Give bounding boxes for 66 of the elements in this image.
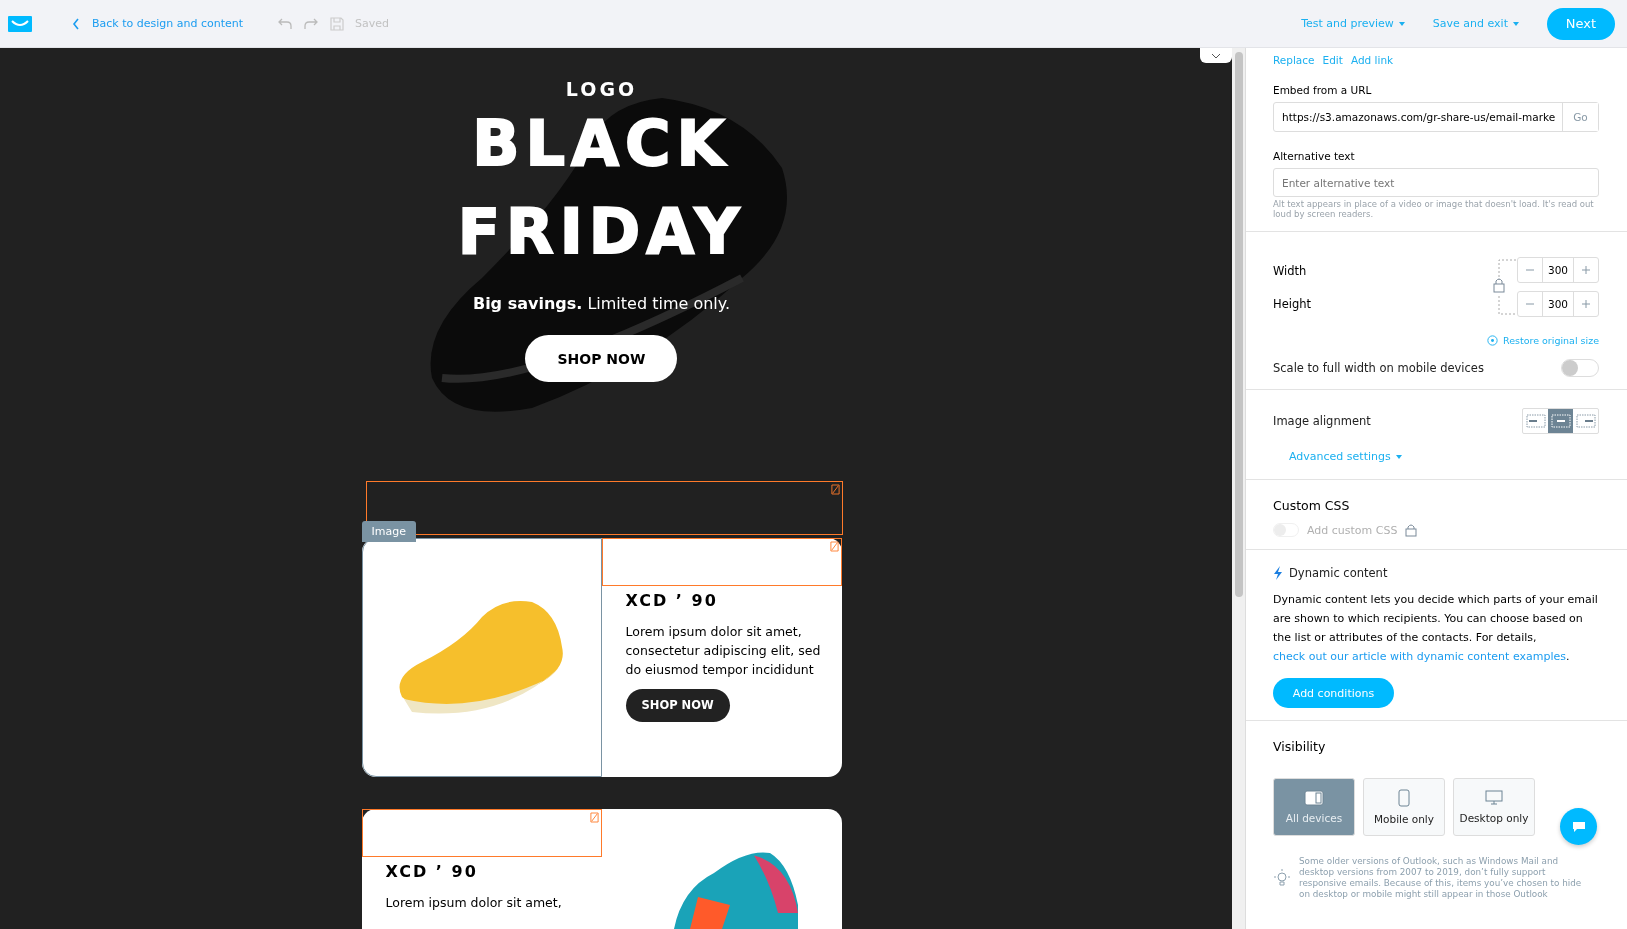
lightbulb-icon — [1273, 868, 1291, 888]
setting-label: Scale to full width on mobile devices — [1273, 361, 1484, 375]
headline: FRIDAY — [457, 194, 746, 270]
product-title: XCD ’ 90 — [385, 862, 479, 881]
outlook-note: Some older versions of Outlook, such as Windows Mail and desktop versions from 2007 to 2019, don’t fully support responsive emails. Because of this, items you’ve chosen to hide on desktop or mobile might still appear in those Outlook — [1299, 856, 1583, 900]
hint-text: Alt text appears in place of a video or image that doesn't load. It's read out loud by screen readers. — [1273, 199, 1595, 219]
visibility-option[interactable]: Desktop only — [1453, 778, 1535, 836]
logo-text: LOGO — [565, 78, 638, 100]
image-action-link[interactable]: Replace — [1273, 54, 1315, 66]
setting-label: Image alignment — [1273, 414, 1371, 428]
phone-icon — [1398, 789, 1410, 807]
number-stepper[interactable]: 300 — [1517, 257, 1599, 283]
field-label: Embed from a URL — [1273, 84, 1373, 96]
caret-icon — [1398, 22, 1405, 26]
speech-bubble-icon — [1571, 820, 1586, 833]
caret-icon — [1395, 455, 1402, 459]
image-action-link[interactable]: Add link — [1350, 54, 1394, 66]
field-label: Alternative text — [1273, 150, 1356, 162]
chevron-down-icon — [1211, 52, 1221, 59]
edit-icon[interactable] — [829, 540, 839, 552]
article-link[interactable]: check out our article with dynamic content examples — [1273, 650, 1566, 663]
lightning-icon — [1273, 566, 1283, 580]
test-preview-menu[interactable]: Test and preview — [1301, 17, 1405, 30]
save-icon — [329, 15, 346, 32]
dimension-label: Height — [1273, 296, 1312, 311]
image-tag: Image — [361, 520, 416, 542]
chevron-left-icon — [72, 17, 80, 30]
plus-icon[interactable] — [1582, 266, 1590, 274]
headline: BLACK — [472, 106, 731, 182]
add-conditions-button[interactable]: Add conditions — [1273, 678, 1394, 708]
number-stepper[interactable]: 300 — [1517, 291, 1599, 317]
setting-label: Add custom CSS — [1307, 523, 1398, 537]
visibility-option[interactable]: Mobile only — [1363, 778, 1445, 836]
plus-icon[interactable] — [1582, 300, 1590, 308]
dynamic-content-description: Dynamic content lets you decide which parts of your email are shown to which recipients. You can choose based on the list or attributes of the contacts. For details, check out our article with dynamic content examples. — [1273, 592, 1599, 665]
minus-icon[interactable] — [1526, 266, 1534, 274]
back-link[interactable]: Back to design and content — [72, 17, 244, 30]
minus-icon[interactable] — [1526, 300, 1534, 308]
devices-icon — [1304, 790, 1324, 806]
edit-icon[interactable] — [830, 483, 840, 495]
subtitle: Big savings. Limited time only. — [472, 294, 731, 313]
product-description: Lorem ipsum dolor sit amet, consectetur adipiscing elit, sed do eiusmod tempor incididunt — [625, 622, 822, 679]
section-title: Visibility — [1273, 739, 1327, 754]
save-exit-menu[interactable]: Save and exit — [1432, 17, 1519, 30]
shop-now-button[interactable]: SHOP NOW — [525, 335, 678, 382]
visibility-option[interactable]: All devices — [1273, 778, 1355, 836]
scrollbar-thumb[interactable] — [1234, 52, 1243, 597]
section-title: Dynamic content — [1289, 566, 1388, 580]
next-button[interactable]: Next — [1547, 7, 1615, 40]
monitor-icon — [1485, 790, 1503, 806]
product-description: Lorem ipsum dolor sit amet, — [385, 894, 563, 912]
alt-text-field[interactable]: Enter alternative text — [1273, 168, 1599, 197]
collapse-button[interactable] — [1200, 48, 1232, 63]
section-title: Custom CSS — [1273, 498, 1351, 513]
lock-icon — [1405, 523, 1418, 537]
image-action-link[interactable]: Edit — [1322, 54, 1343, 66]
dimension-label: Width — [1273, 263, 1308, 278]
restore-icon — [1485, 334, 1499, 347]
product-title: XCD ’ 90 — [625, 590, 719, 610]
chat-button[interactable] — [1560, 808, 1597, 845]
restore-size-link[interactable]: Restore original size — [1273, 334, 1599, 347]
advanced-settings-link[interactable]: Advanced settings — [1289, 450, 1599, 463]
envelope-logo-icon[interactable] — [8, 15, 32, 32]
align-center-icon[interactable] — [1548, 409, 1573, 433]
shop-now-button[interactable]: SHOP NOW — [625, 688, 730, 722]
caret-icon — [1513, 22, 1519, 26]
